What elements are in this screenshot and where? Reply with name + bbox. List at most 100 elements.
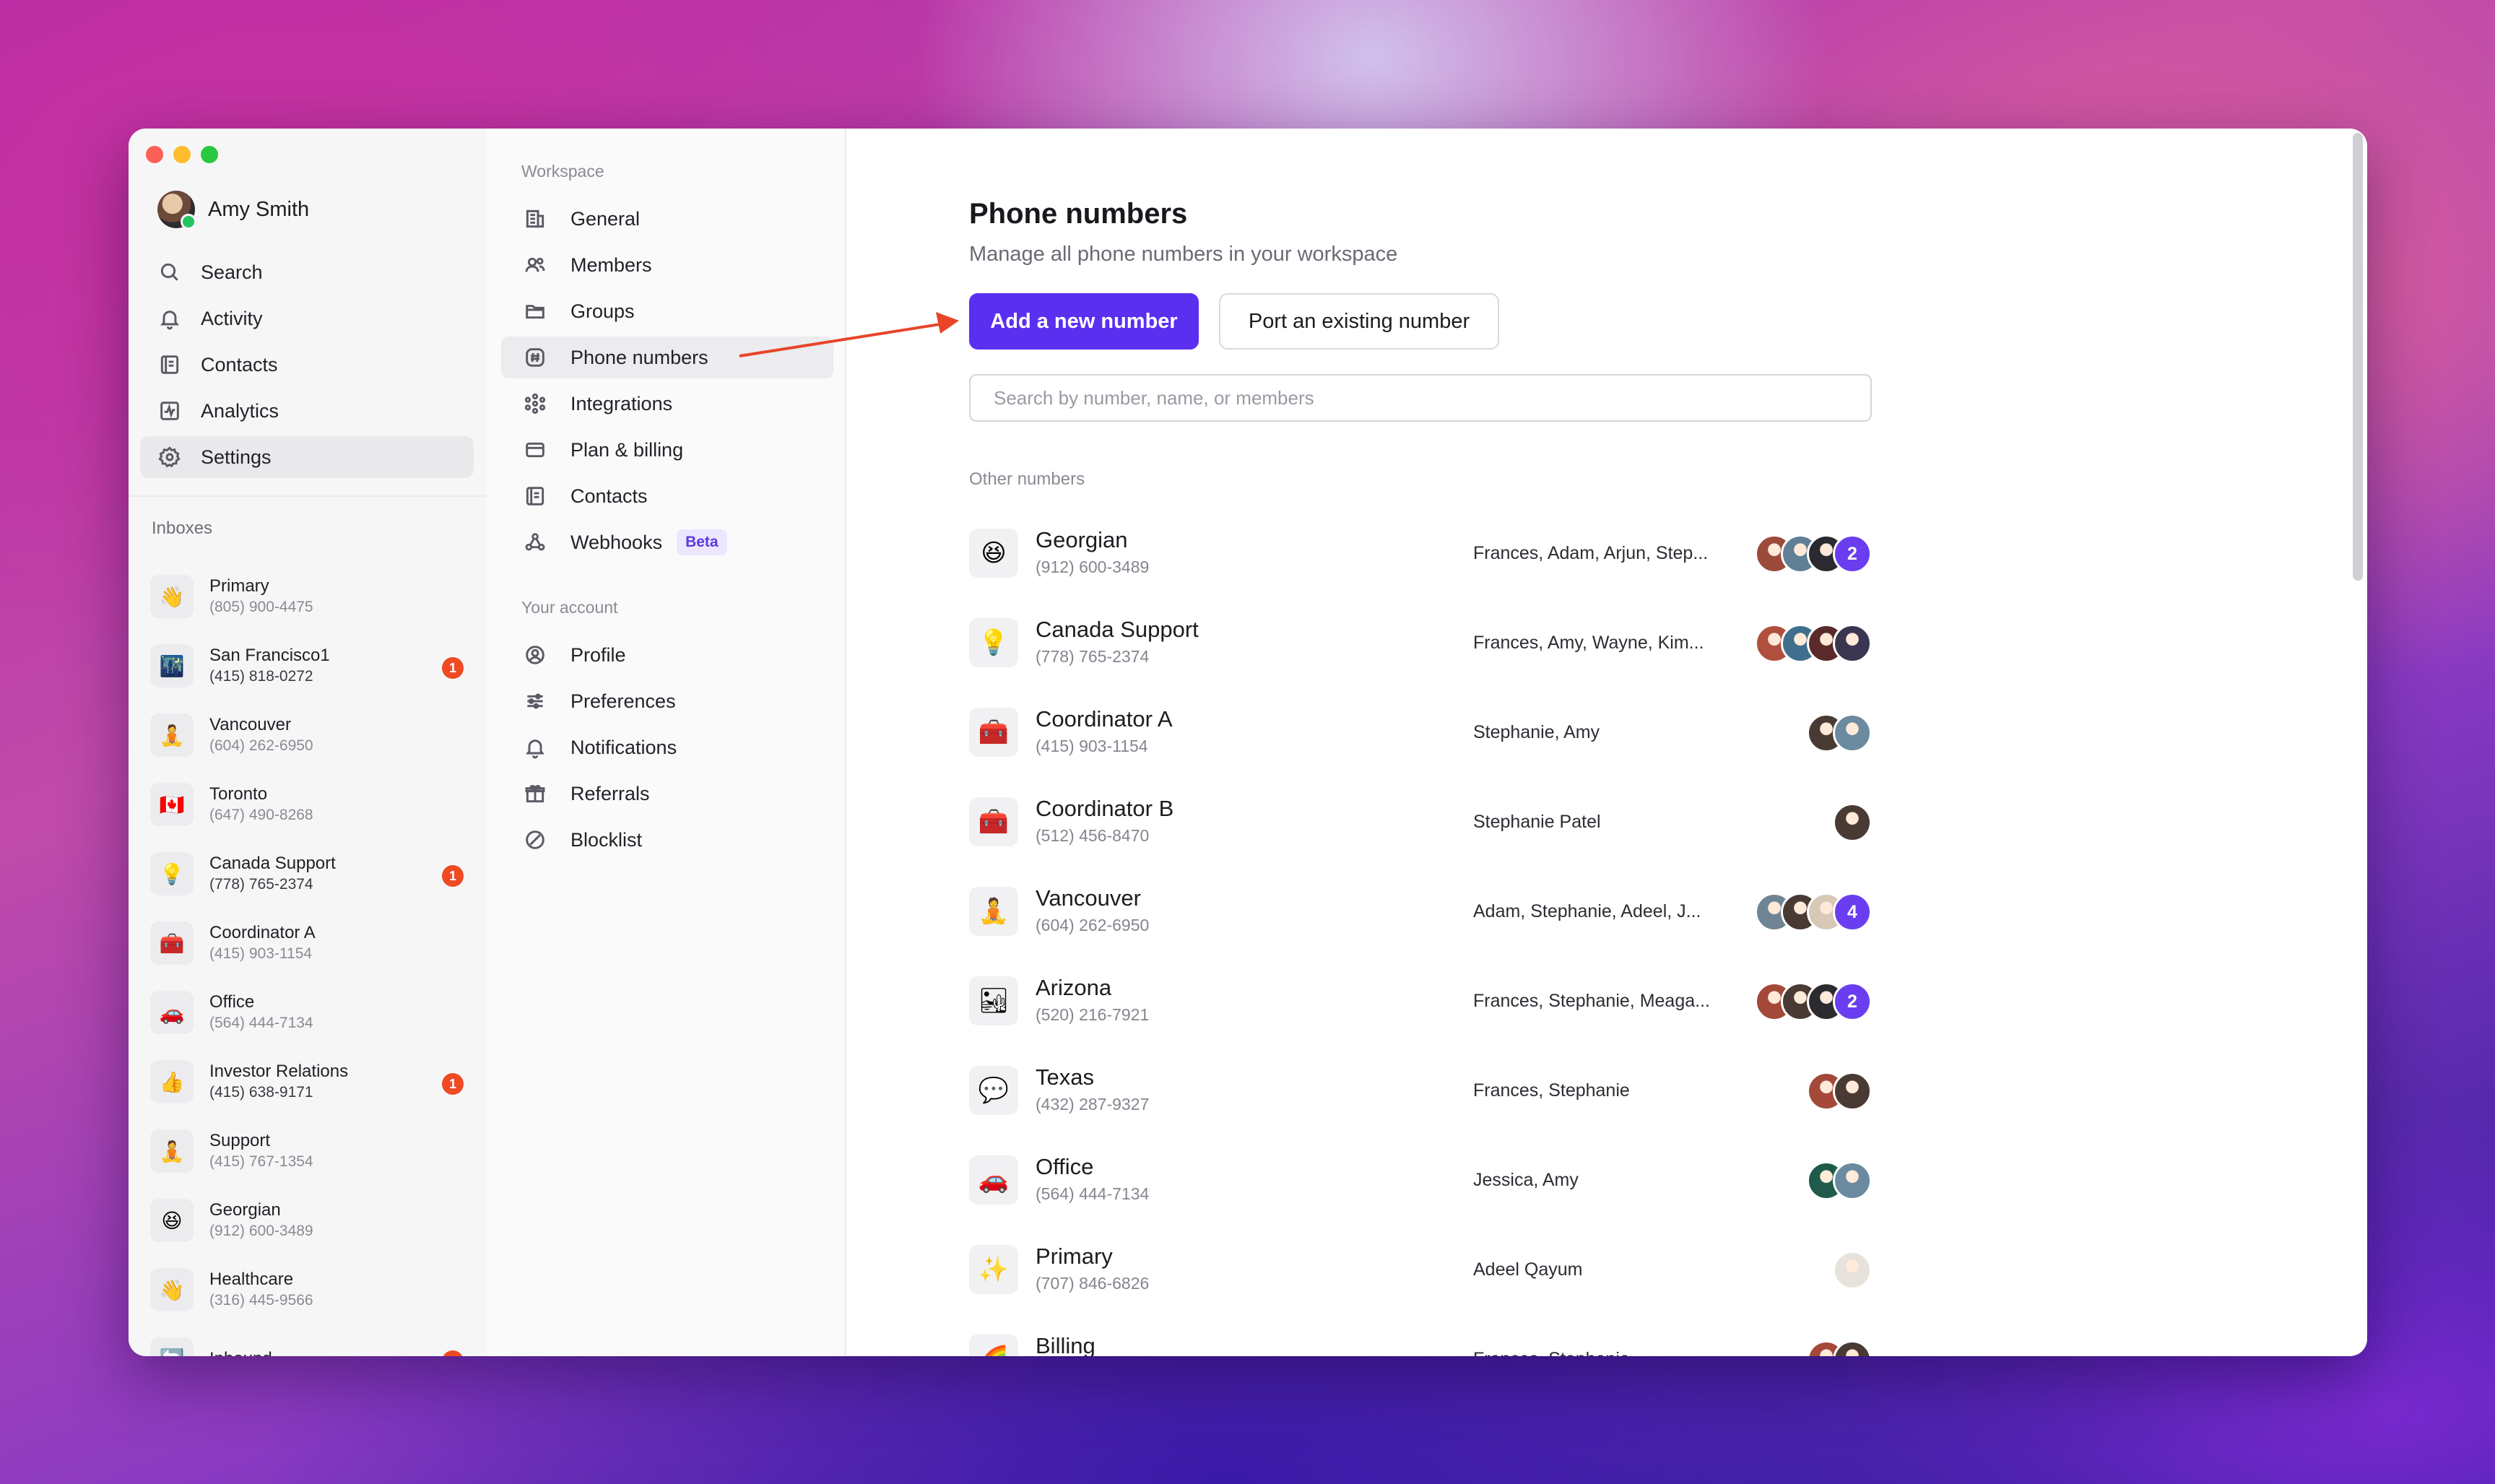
settings-item-label: Profile [570, 643, 626, 666]
settings-item-preferences[interactable]: Preferences [501, 680, 833, 722]
nav-item-analytics[interactable]: Analytics [140, 390, 474, 432]
settings-item-contacts[interactable]: Contacts [501, 475, 833, 517]
maximize-window-button[interactable] [201, 146, 218, 163]
inbox-item[interactable]: 👋 Primary (805) 900-4475 [129, 562, 487, 631]
profile-icon [523, 643, 547, 667]
bell-icon [523, 735, 547, 760]
settings-item-webhooks[interactable]: Webhooks Beta [501, 521, 833, 563]
phone-number-row[interactable]: 🚗 Office (564) 444-7134 Jessica, Amy [969, 1138, 1872, 1228]
number-members: Stephanie, Amy [1473, 722, 1600, 742]
minimize-window-button[interactable] [173, 146, 191, 163]
inbox-item[interactable]: 👍 Investor Relations (415) 638-9171 1 [129, 1047, 487, 1116]
settings-item-plan-billing[interactable]: Plan & billing [501, 429, 833, 471]
bell-icon [157, 306, 182, 331]
settings-item-profile[interactable]: Profile [501, 634, 833, 676]
search-input[interactable] [969, 374, 1872, 422]
inbox-item[interactable]: 🚗 Office (564) 444-7134 [129, 978, 487, 1047]
settings-item-label: Notifications [570, 736, 677, 758]
sliders-icon [523, 689, 547, 713]
number-name: Arizona [1036, 975, 1112, 1000]
settings-item-phone-numbers[interactable]: Phone numbers [501, 337, 833, 378]
phone-number-row[interactable]: 😆 Georgian (912) 600-3489 Frances, Adam, Ar… [969, 511, 1872, 601]
inbox-item[interactable]: 🧘 Vancouver (604) 262-6950 [129, 700, 487, 770]
webhooks-icon [523, 530, 547, 555]
inbox-phone: (912) 600-3489 [209, 1223, 313, 1239]
port-number-button[interactable]: Port an existing number [1219, 293, 1499, 350]
inbox-emoji-icon: 🔄 [150, 1337, 194, 1356]
phone-number-row[interactable]: 💡 Canada Support (778) 765-2374 Frances, Am… [969, 601, 1872, 690]
inbox-item[interactable]: 🧰 Coordinator A (415) 903-1154 [129, 908, 487, 978]
inbox-name: Vancouver [209, 715, 291, 734]
member-avatar [1833, 713, 1872, 752]
settings-item-notifications[interactable]: Notifications [501, 726, 833, 768]
number-phone: (778) 765-2374 [1036, 647, 1150, 666]
page-title: Phone numbers [969, 198, 1188, 230]
inbox-phone: (564) 444-7134 [209, 1015, 313, 1031]
member-avatar [1833, 1340, 1872, 1356]
member-avatar [1833, 624, 1872, 663]
inbox-item[interactable]: 👋 Healthcare (316) 445-9566 [129, 1255, 487, 1324]
number-name: Primary [1036, 1244, 1113, 1269]
user-name: Amy Smith [208, 197, 310, 221]
inbox-item[interactable]: 😆 Georgian (912) 600-3489 [129, 1186, 487, 1255]
settings-item-referrals[interactable]: Referrals [501, 773, 833, 815]
phone-number-row[interactable]: 💬 Texas (432) 287-9327 Frances, Stephanie [969, 1049, 1872, 1138]
number-emoji-icon: 😆 [969, 529, 1018, 578]
inbox-emoji-icon: 🚗 [150, 991, 194, 1034]
nav-item-activity[interactable]: Activity [140, 298, 474, 339]
extra-members-count: 4 [1833, 893, 1872, 932]
phone-number-row[interactable]: 🧰 Coordinator A (415) 903-1154 Stephanie, A… [969, 690, 1872, 780]
phone-number-row[interactable]: ✨ Primary (707) 846-6826 Adeel Qayum [969, 1228, 1872, 1317]
nav-label: Search [201, 261, 263, 283]
phone-number-list: 😆 Georgian (912) 600-3489 Frances, Adam, Ar… [969, 511, 1872, 1356]
inbox-phone: (647) 490-8268 [209, 807, 313, 823]
settings-item-integrations[interactable]: Integrations [501, 383, 833, 425]
add-number-button[interactable]: Add a new number [969, 293, 1199, 350]
scrollbar[interactable] [2353, 133, 2363, 581]
settings-item-label: Blocklist [570, 828, 643, 851]
number-name: Georgian [1036, 527, 1128, 552]
inbox-item[interactable]: 🔄 Inbound 8 [129, 1324, 487, 1356]
inbox-item[interactable]: 🇨🇦 Toronto (647) 490-8268 [129, 770, 487, 839]
workspace-heading: Workspace [521, 162, 604, 181]
number-members: Frances, Stephanie [1473, 1080, 1630, 1101]
settings-item-general[interactable]: General [501, 198, 833, 240]
members-icon [523, 253, 547, 277]
inbox-item[interactable]: 💡 Canada Support (778) 765-2374 1 [129, 839, 487, 908]
inbox-emoji-icon: 🇨🇦 [150, 783, 194, 826]
number-emoji-icon: 🧰 [969, 797, 1018, 846]
phone-number-row[interactable]: 🌈 Billing Frances, Stephanie [969, 1317, 1872, 1356]
contacts-icon [523, 484, 547, 508]
phone-number-row[interactable]: 🧰 Coordinator B (512) 456-8470 Stephanie Pa… [969, 780, 1872, 869]
settings-item-groups[interactable]: Groups [501, 290, 833, 332]
account-heading: Your account [521, 598, 618, 617]
block-icon [523, 828, 547, 852]
number-emoji-icon: 🧰 [969, 708, 1018, 757]
inbox-item[interactable]: 🌃 San Francisco1 (415) 818-0272 1 [129, 631, 487, 700]
number-phone: (415) 903-1154 [1036, 737, 1148, 755]
close-window-button[interactable] [146, 146, 163, 163]
inbox-item[interactable]: 🧘 Support (415) 767-1354 [129, 1116, 487, 1186]
number-emoji-icon: 💬 [969, 1066, 1018, 1115]
inbox-phone: (604) 262-6950 [209, 737, 313, 754]
number-members: Frances, Stephanie, Meaga... [1473, 991, 1710, 1011]
member-avatar [1833, 1251, 1872, 1290]
avatar [157, 191, 196, 230]
member-avatar [1833, 1161, 1872, 1200]
settings-item-blocklist[interactable]: Blocklist [501, 819, 833, 861]
settings-item-label: Integrations [570, 392, 673, 415]
nav-item-search[interactable]: Search [140, 251, 474, 293]
number-members: Jessica, Amy [1473, 1170, 1579, 1190]
settings-item-members[interactable]: Members [501, 244, 833, 286]
contacts-icon [157, 352, 182, 377]
inbox-name: Coordinator A [209, 923, 316, 942]
phone-number-row[interactable]: 🏜 Arizona (520) 216-7921 Frances, Stephanie… [969, 959, 1872, 1049]
inbox-name: Canada Support [209, 854, 336, 873]
nav-item-settings[interactable]: Settings [140, 436, 474, 478]
nav-item-contacts[interactable]: Contacts [140, 344, 474, 386]
inbox-name: Inbound [209, 1348, 272, 1356]
inbox-phone: (415) 818-0272 [209, 668, 313, 685]
phone-number-row[interactable]: 🧘 Vancouver (604) 262-6950 Adam, Stephanie,… [969, 869, 1872, 959]
number-phone: (432) 287-9327 [1036, 1095, 1150, 1114]
user-menu[interactable]: Amy Smith [157, 191, 310, 230]
